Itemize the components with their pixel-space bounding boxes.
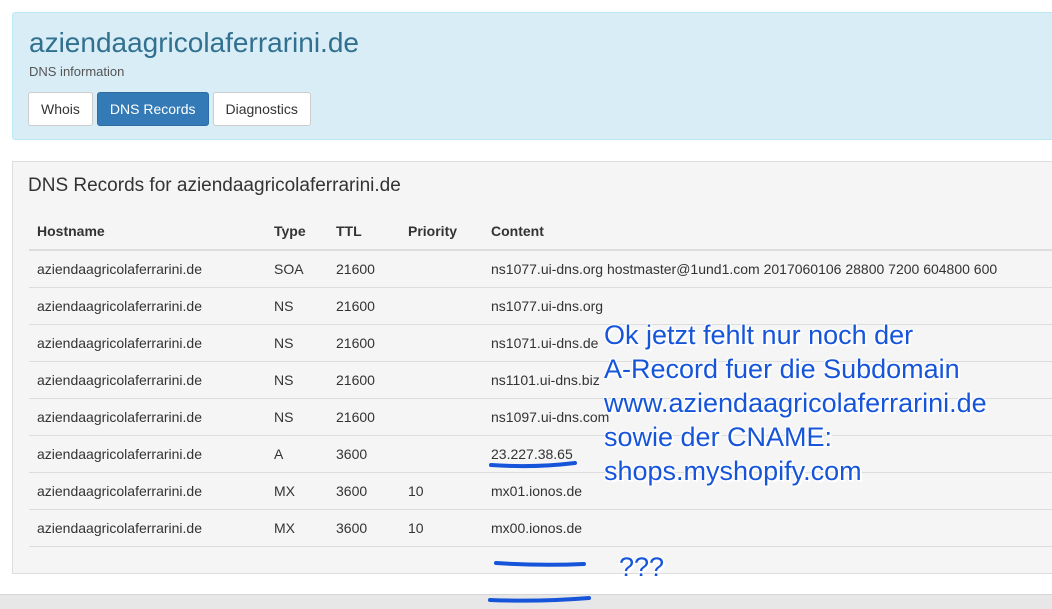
handwritten-annotation: Ok jetzt fehlt nur noch der A-Record fuer… bbox=[604, 318, 987, 488]
cell-ttl: 3600 bbox=[328, 472, 400, 510]
table-row: aziendaagricolaferrarini.de MX 3600 10 m… bbox=[29, 509, 1052, 547]
column-header-ttl: TTL bbox=[328, 213, 400, 251]
annotation-question-marks: ??? bbox=[619, 552, 665, 582]
cell-ttl: 21600 bbox=[328, 324, 400, 362]
cell-type: A bbox=[266, 435, 328, 473]
cell-type: MX bbox=[266, 509, 328, 547]
column-header-priority: Priority bbox=[400, 213, 483, 251]
table-row: aziendaagricolaferrarini.de SOA 21600 ns… bbox=[29, 250, 1052, 288]
tab-diagnostics[interactable]: Diagnostics bbox=[212, 92, 311, 126]
domain-header-box: aziendaagricolaferrarini.de DNS informat… bbox=[12, 12, 1052, 140]
annotation-line: sowie der CNAME: bbox=[604, 422, 833, 452]
cell-priority bbox=[400, 287, 483, 325]
cell-priority bbox=[400, 435, 483, 473]
cell-priority bbox=[400, 250, 483, 288]
annotation-line: A-Record fuer die Subdomain bbox=[604, 354, 960, 384]
cell-ttl: 21600 bbox=[328, 250, 400, 288]
column-header-content: Content bbox=[483, 213, 1052, 251]
table-header-row: Hostname Type TTL Priority Content bbox=[29, 213, 1052, 251]
cell-priority bbox=[400, 398, 483, 436]
tab-whois[interactable]: Whois bbox=[28, 92, 93, 126]
cell-hostname: aziendaagricolaferrarini.de bbox=[29, 287, 266, 325]
cell-type: NS bbox=[266, 398, 328, 436]
tab-dns-records[interactable]: DNS Records bbox=[96, 92, 209, 126]
column-header-type: Type bbox=[266, 213, 328, 251]
cell-ttl: 21600 bbox=[328, 398, 400, 436]
footer-bar bbox=[0, 594, 1052, 609]
cell-hostname: aziendaagricolaferrarini.de bbox=[29, 324, 266, 362]
annotation-line: www.aziendaagricolaferrarini.de bbox=[604, 388, 987, 418]
panel-heading: DNS Records for aziendaagricolaferrarini… bbox=[28, 175, 401, 196]
cell-content: mx00.ionos.de bbox=[483, 509, 1052, 547]
cell-priority bbox=[400, 361, 483, 399]
column-header-hostname: Hostname bbox=[29, 213, 266, 251]
cell-priority bbox=[400, 324, 483, 362]
cell-type: SOA bbox=[266, 250, 328, 288]
cell-hostname: aziendaagricolaferrarini.de bbox=[29, 398, 266, 436]
cell-type: NS bbox=[266, 287, 328, 325]
cell-type: NS bbox=[266, 361, 328, 399]
cell-type: MX bbox=[266, 472, 328, 510]
cell-ttl: 3600 bbox=[328, 435, 400, 473]
annotation-line: Ok jetzt fehlt nur noch der bbox=[604, 320, 914, 350]
cell-ttl: 21600 bbox=[328, 361, 400, 399]
cell-hostname: aziendaagricolaferrarini.de bbox=[29, 361, 266, 399]
cell-type: NS bbox=[266, 324, 328, 362]
cell-content: ns1077.ui-dns.org hostmaster@1und1.com 2… bbox=[483, 250, 1052, 288]
annotation-line: shops.myshopify.com bbox=[604, 456, 862, 486]
cell-hostname: aziendaagricolaferrarini.de bbox=[29, 509, 266, 547]
page-subtitle: DNS information bbox=[29, 64, 125, 79]
cell-priority: 10 bbox=[400, 472, 483, 510]
cell-hostname: aziendaagricolaferrarini.de bbox=[29, 250, 266, 288]
cell-priority: 10 bbox=[400, 509, 483, 547]
cell-ttl: 3600 bbox=[328, 509, 400, 547]
cell-hostname: aziendaagricolaferrarini.de bbox=[29, 472, 266, 510]
page-title: aziendaagricolaferrarini.de bbox=[29, 27, 359, 58]
cell-ttl: 21600 bbox=[328, 287, 400, 325]
tab-group: Whois DNS Records Diagnostics bbox=[28, 92, 311, 126]
cell-hostname: aziendaagricolaferrarini.de bbox=[29, 435, 266, 473]
